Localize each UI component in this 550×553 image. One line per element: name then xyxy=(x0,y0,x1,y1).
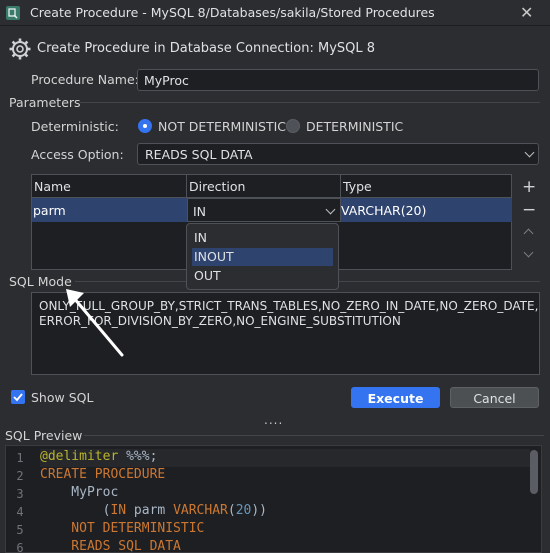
deterministic-label: Deterministic: xyxy=(31,119,119,134)
not-deterministic-label[interactable]: NOT DETERMINISTIC xyxy=(158,119,286,134)
line-number: 6 xyxy=(16,541,24,553)
param-direction-cell[interactable]: IN xyxy=(193,204,206,219)
access-option-label: Access Option: xyxy=(31,147,124,162)
column-header-name[interactable]: Name xyxy=(32,175,187,198)
code-token: VARCHAR xyxy=(173,503,228,518)
code-line-5: NOT DETERMINISTIC xyxy=(40,521,205,536)
code-line-2: CREATE PROCEDURE xyxy=(40,467,166,482)
show-sql-checkbox[interactable] xyxy=(11,390,25,404)
window-title: Create Procedure - MySQL 8/Databases/sak… xyxy=(30,5,435,20)
code-line-1: @delimiter %%%; xyxy=(40,449,157,464)
param-type-cell[interactable]: VARCHAR(20) xyxy=(341,203,426,218)
sql-preview-title: SQL Preview xyxy=(5,428,83,443)
column-header-type[interactable]: Type xyxy=(341,175,512,198)
direction-dropdown-list[interactable]: IN INOUT OUT xyxy=(186,223,339,290)
show-sql-label[interactable]: Show SQL xyxy=(31,390,93,405)
code-token: IN xyxy=(110,503,127,518)
cancel-button[interactable]: Cancel xyxy=(450,387,539,408)
mouse-cursor-arrow xyxy=(66,289,124,357)
not-deterministic-radio[interactable] xyxy=(138,119,152,133)
deterministic-radio[interactable] xyxy=(286,119,300,133)
execute-button[interactable]: Execute xyxy=(351,387,440,408)
code-token: @delimiter xyxy=(40,449,119,464)
procedure-name-label: Procedure Name: xyxy=(31,72,139,87)
chevron-down-icon xyxy=(524,147,535,158)
code-line-3: MyProc xyxy=(40,485,119,500)
add-parameter-button[interactable]: + xyxy=(522,177,536,197)
sql-mode-title: SQL Mode xyxy=(9,274,72,289)
access-option-select[interactable]: READS SQL DATA xyxy=(137,143,539,165)
code-token: ( xyxy=(227,503,236,518)
direction-option-in[interactable]: IN xyxy=(192,229,333,247)
direction-option-inout[interactable]: INOUT xyxy=(192,248,333,266)
move-down-icon[interactable] xyxy=(523,247,534,258)
line-number: 4 xyxy=(16,505,24,519)
deterministic-option-label[interactable]: DETERMINISTIC xyxy=(306,119,403,134)
param-name-cell[interactable]: parm xyxy=(33,203,66,218)
dialog-header: Create Procedure in Database Connection:… xyxy=(37,41,376,56)
parameters-divider xyxy=(80,102,540,103)
vertical-scrollbar-thumb[interactable] xyxy=(530,450,538,494)
move-up-icon[interactable] xyxy=(523,228,534,239)
access-option-value: READS SQL DATA xyxy=(145,147,253,162)
code-token: parm xyxy=(126,503,174,518)
direction-cell-editor[interactable] xyxy=(187,198,341,222)
app-icon xyxy=(6,6,20,20)
line-number: 3 xyxy=(16,487,24,501)
sql-preview-divider xyxy=(84,435,544,436)
direction-option-out[interactable]: OUT xyxy=(192,267,333,285)
close-icon[interactable]: ✕ xyxy=(520,3,533,22)
code-token: 20 xyxy=(235,503,252,518)
code-line-6: READS SQL DATA xyxy=(40,539,181,553)
code-token: ( xyxy=(40,503,111,518)
splitter-handle[interactable]: .... xyxy=(264,413,283,427)
parameters-section-title: Parameters xyxy=(9,95,81,110)
line-number: 2 xyxy=(16,469,24,483)
code-token: )) xyxy=(251,503,268,518)
gear-icon xyxy=(8,37,32,61)
column-header-direction[interactable]: Direction xyxy=(187,175,341,198)
code-line-4: (IN parm VARCHAR(20)) xyxy=(40,503,267,518)
code-token: %%%; xyxy=(118,449,158,464)
remove-parameter-button[interactable]: − xyxy=(522,200,536,220)
line-number: 5 xyxy=(16,523,24,537)
sql-preview-editor[interactable]: 1 2 3 4 5 6 @delimiter %%%; CREATE PROCE… xyxy=(5,445,542,553)
line-number: 1 xyxy=(16,451,24,465)
procedure-name-input[interactable]: MyProc xyxy=(137,69,539,91)
